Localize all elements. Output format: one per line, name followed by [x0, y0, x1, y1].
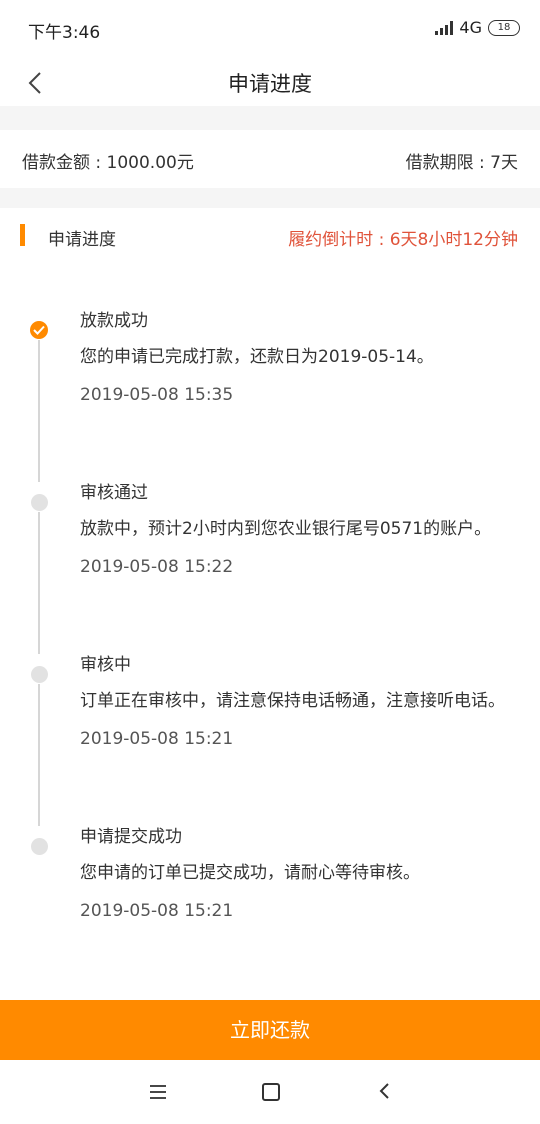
step-title: 放款成功 — [80, 311, 148, 331]
step-time: 2019-05-08 15:22 — [80, 557, 234, 577]
step-description: 您申请的订单已提交成功，请耐心等待审核。 — [80, 863, 420, 883]
loan-amount: 借款金额 : 1000.00元 — [22, 153, 194, 173]
battery-level: 18 — [497, 21, 511, 33]
step-time: 2019-05-08 15:21 — [80, 729, 234, 749]
step-title: 审核中 — [80, 655, 131, 675]
timeline-line — [38, 684, 40, 826]
network-type: 4G — [459, 18, 482, 37]
status-bar: 下午3:46 4G 18 — [0, 0, 540, 60]
loan-term: 借款期限 : 7天 — [405, 153, 518, 173]
step-time: 2019-05-08 15:21 — [80, 901, 234, 921]
check-circle-icon — [30, 321, 48, 339]
pending-dot-icon — [31, 666, 48, 683]
timeline-line — [38, 340, 40, 482]
step-description: 您的申请已完成打款，还款日为2019-05-14。 — [80, 347, 434, 367]
repay-now-button[interactable]: 立即还款 — [0, 1000, 540, 1060]
pending-dot-icon — [31, 838, 48, 855]
timeline-step: 申请提交成功 您申请的订单已提交成功，请耐心等待审核。 2019-05-08 1… — [80, 824, 530, 924]
home-icon[interactable] — [262, 1083, 280, 1101]
menu-icon[interactable] — [150, 1084, 166, 1099]
step-description: 订单正在审核中，请注意保持电话畅通，注意接听电话。 — [80, 691, 505, 711]
timeline-step: 审核通过 放款中，预计2小时内到您农业银行尾号0571的账户。 2019-05-… — [80, 480, 530, 580]
timeline-step: 放款成功 您的申请已完成打款，还款日为2019-05-14。 2019-05-0… — [80, 308, 530, 408]
signal-icon — [435, 20, 454, 35]
section-accent-bar — [20, 224, 25, 246]
pending-dot-icon — [31, 494, 48, 511]
loan-info: 借款金额 : 1000.00元 借款期限 : 7天 — [0, 130, 540, 188]
section-title: 申请进度 — [48, 230, 116, 250]
divider — [0, 188, 540, 208]
step-title: 申请提交成功 — [80, 827, 182, 847]
timeline-step: 审核中 订单正在审核中，请注意保持电话畅通，注意接听电话。 2019-05-08… — [80, 652, 530, 752]
back-icon[interactable] — [378, 1082, 390, 1100]
page-title: 申请进度 — [228, 72, 312, 96]
divider — [0, 106, 540, 130]
step-title: 审核通过 — [80, 483, 148, 503]
timeline-line — [38, 512, 40, 654]
status-indicators: 4G 18 — [435, 18, 520, 37]
step-description: 放款中，预计2小时内到您农业银行尾号0571的账户。 — [80, 519, 492, 539]
step-time: 2019-05-08 15:35 — [80, 385, 234, 405]
progress-timeline: 放款成功 您的申请已完成打款，还款日为2019-05-14。 2019-05-0… — [0, 264, 540, 1000]
nav-bar: 申请进度 — [0, 60, 540, 106]
countdown-text: 履约倒计时 : 6天8小时12分钟 — [288, 230, 518, 250]
battery-icon: 18 — [488, 19, 520, 36]
progress-header: 申请进度 履约倒计时 : 6天8小时12分钟 — [0, 208, 540, 264]
status-time: 下午3:46 — [28, 23, 101, 43]
system-nav-bar — [0, 1060, 540, 1124]
